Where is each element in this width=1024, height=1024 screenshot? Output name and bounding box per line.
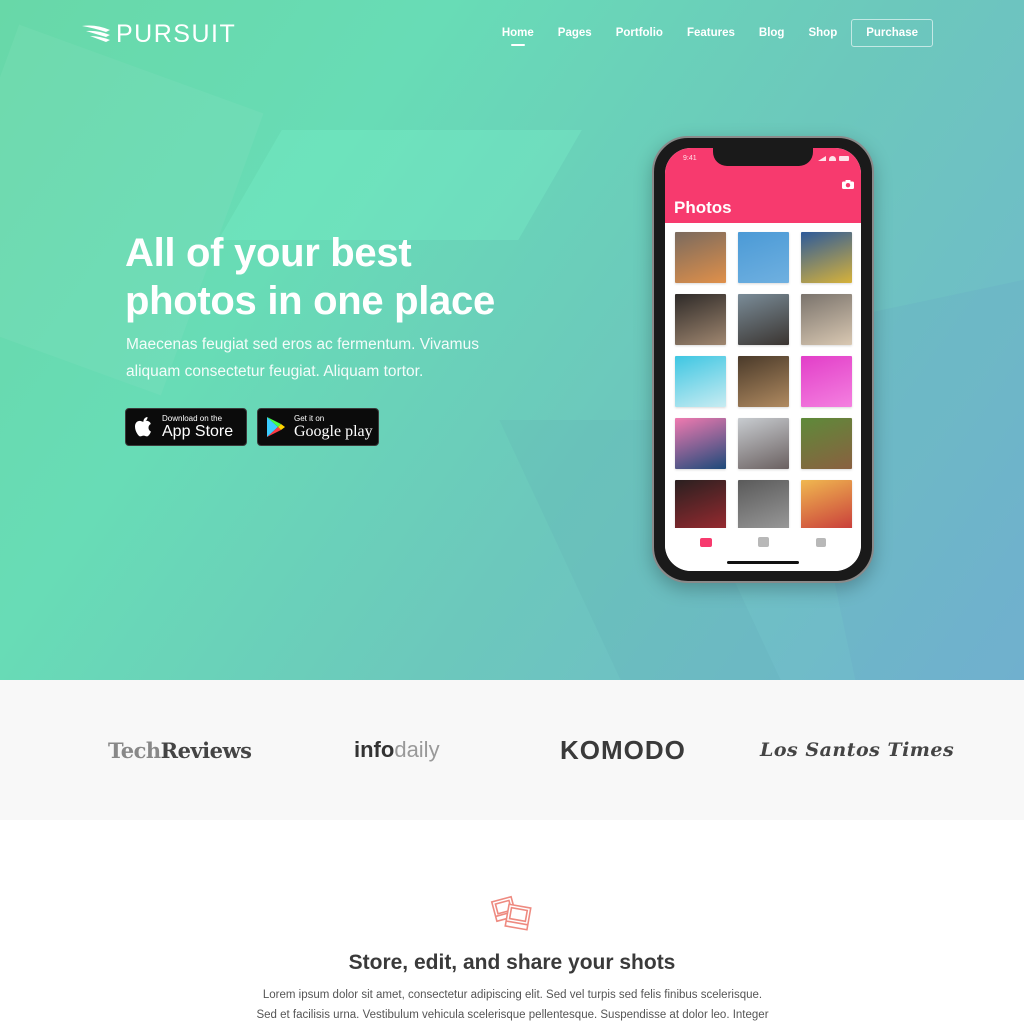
app-tabbar — [665, 532, 861, 552]
play-store-icon — [263, 416, 289, 438]
nav-shop[interactable]: Shop — [808, 27, 837, 39]
photos-stack-icon — [490, 895, 532, 931]
press-logo-komodo: KOMODO — [560, 734, 686, 765]
photo-thumbnail-pink-float[interactable] — [675, 418, 726, 469]
nav-blog[interactable]: Blog — [759, 27, 785, 39]
photo-thumbnail-woman-red-roses[interactable] — [675, 480, 726, 531]
wings-icon — [82, 25, 110, 42]
photo-thumbnail-boxer-dog[interactable] — [801, 418, 852, 469]
photo-thumbnail-man-in-cap[interactable] — [738, 294, 789, 345]
photo-thumbnail-legs-sneakers[interactable] — [738, 480, 789, 531]
wifi-icon — [829, 156, 836, 161]
press-logo-los-santos-times: Los Santos Times — [760, 739, 955, 761]
feature-text-line: Sed et facilisis urna. Vestibulum vehicu… — [256, 1009, 769, 1021]
signal-icon — [818, 156, 826, 161]
battery-icon — [839, 156, 849, 161]
status-time: 9:41 — [683, 155, 697, 162]
feature-text-line: Lorem ipsum dolor sit amet, consectetur … — [262, 989, 763, 1001]
nav-pages[interactable]: Pages — [558, 27, 592, 39]
photo-thumbnail-parrot[interactable] — [801, 232, 852, 283]
hero-title: All of your best photos in one place — [125, 229, 545, 325]
google-play-button[interactable]: Get it on Google play — [257, 408, 379, 446]
logo-part: Tech — [108, 737, 161, 763]
hero-title-line: All of your best — [125, 231, 412, 275]
purchase-button[interactable]: Purchase — [851, 19, 933, 47]
brand-logo[interactable]: PURSUIT — [80, 18, 236, 50]
logo-part: Reviews — [160, 737, 252, 763]
apple-icon — [131, 416, 157, 438]
brand-name: PURSUIT — [116, 19, 237, 48]
hero-subtitle: Maecenas feugiat sed eros ac fermentum. … — [126, 331, 516, 385]
nav-features[interactable]: Features — [687, 27, 735, 39]
logo-part: daily — [394, 737, 440, 762]
app-title: Photos — [674, 198, 732, 217]
photo-grid — [675, 232, 853, 531]
app-store-button[interactable]: Download on the App Store — [125, 408, 247, 446]
google-play-small-text: Get it on — [294, 414, 325, 423]
photo-thumbnail-eiffel-tower[interactable] — [675, 232, 726, 283]
photo-thumbnail-palm-trees[interactable] — [675, 356, 726, 407]
hero-subtitle-line: aliquam consectetur feugiat. Aliquam tor… — [126, 363, 424, 380]
feature-title: Store, edit, and share your shots — [348, 951, 676, 974]
hero-subtitle-line: Maecenas feugiat sed eros ac fermentum. … — [126, 336, 479, 353]
press-logos-bar: Tech Reviews info daily KOMODO Los Santos … — [0, 680, 1024, 820]
app-store-small-text: Download on the — [162, 414, 223, 423]
phone-screen: 9:41 Photos — [665, 148, 861, 571]
phone-mockup: 9:41 Photos — [652, 136, 874, 583]
hero-title-line: photos in one place — [125, 279, 495, 323]
photo-thumbnail-woman-beanie[interactable] — [738, 418, 789, 469]
background-polygon — [218, 130, 582, 240]
photo-thumbnail-hot-air-balloon[interactable] — [738, 232, 789, 283]
hero-section: PURSUIT Home Pages Portfolio Features Bl… — [0, 0, 1024, 680]
google-play-label: Google play — [294, 423, 373, 440]
status-icons — [818, 156, 849, 161]
feature-text: Lorem ipsum dolor sit amet, consectetur … — [240, 985, 785, 1024]
app-store-label: App Store — [162, 423, 234, 440]
photo-thumbnail-dog[interactable] — [675, 294, 726, 345]
photo-thumbnail-flower-crown[interactable] — [801, 480, 852, 531]
nav-portfolio[interactable]: Portfolio — [616, 27, 663, 39]
main-nav: Home Pages Portfolio Features Blog Shop … — [502, 19, 933, 47]
home-indicator — [727, 561, 799, 564]
phone-notch — [713, 148, 813, 166]
logo-part: info — [354, 737, 395, 762]
map-tab-icon[interactable] — [815, 537, 826, 547]
nav-home[interactable]: Home — [502, 27, 534, 46]
albums-tab-icon[interactable] — [758, 537, 770, 547]
photo-thumbnail-cat[interactable] — [738, 356, 789, 407]
camera-icon[interactable] — [842, 180, 854, 189]
photo-thumbnail-coffee-cup[interactable] — [801, 294, 852, 345]
press-logo-techreviews: Tech Reviews — [108, 680, 252, 820]
photo-thumbnail-pink-building[interactable] — [801, 356, 852, 407]
press-logo-infodaily: info daily — [354, 680, 440, 820]
photos-tab-icon[interactable] — [700, 537, 713, 547]
